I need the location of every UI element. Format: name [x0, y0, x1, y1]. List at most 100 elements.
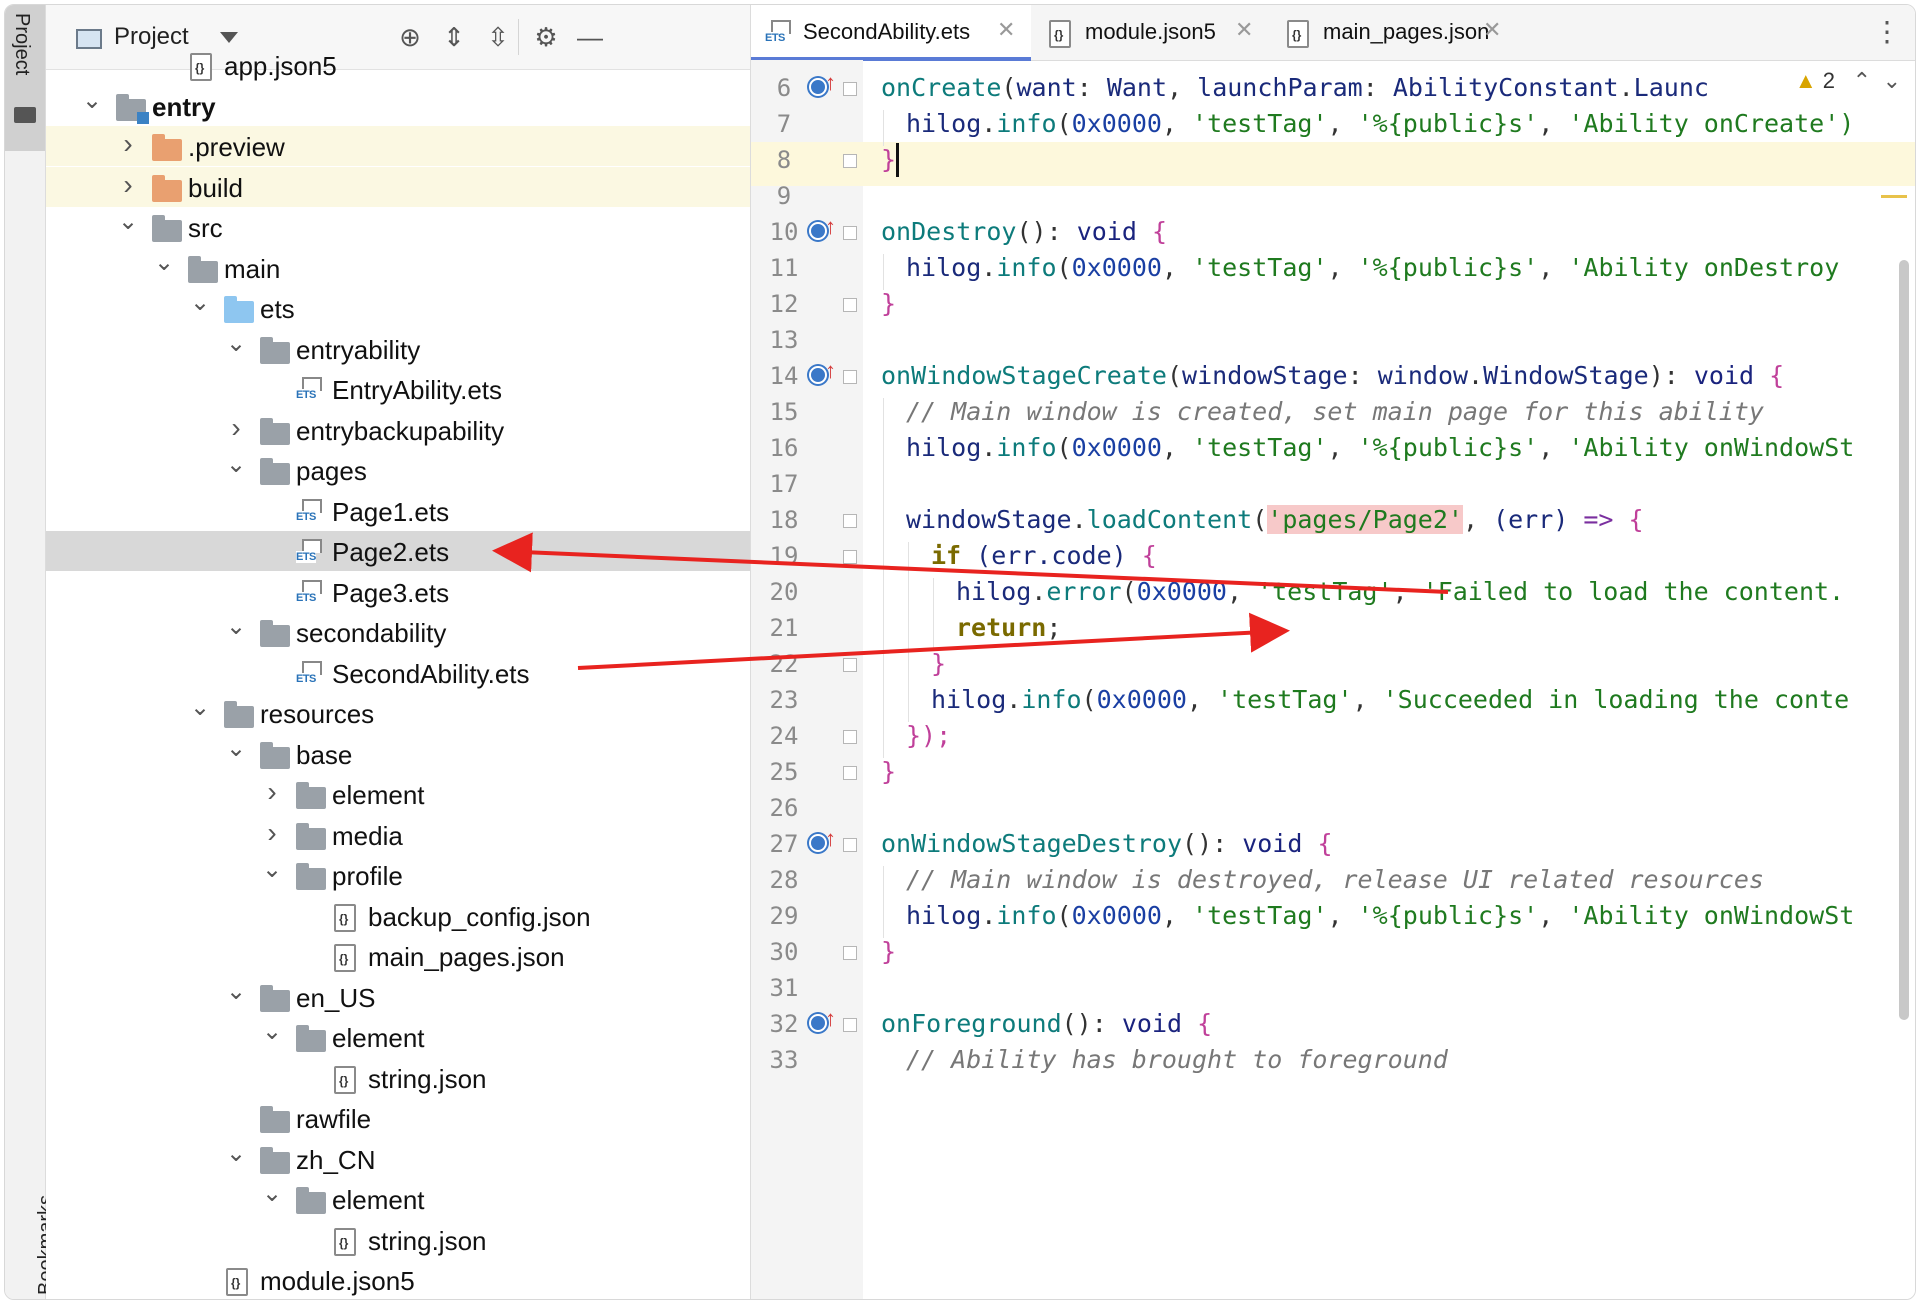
chevron-down-icon[interactable]: ⌄ — [226, 450, 246, 479]
code-token: , — [1161, 109, 1193, 138]
tree-item[interactable]: ⌄ ets — [46, 288, 750, 328]
fold-marker-icon[interactable] — [843, 226, 857, 240]
chevron-down-icon[interactable]: ⌄ — [226, 977, 246, 1006]
chevron-down-icon[interactable] — [220, 32, 238, 43]
code-token: , — [1161, 901, 1193, 930]
tree-item[interactable]: {} module.json5 — [46, 1260, 750, 1299]
fold-marker-icon[interactable] — [843, 298, 857, 312]
code-token: onWindowStageDestroy — [881, 829, 1183, 858]
editor-tab[interactable]: {} main_pages.json ✕ — [1271, 5, 1517, 60]
code-token: '%{public}s' — [1357, 253, 1539, 282]
chevron-right-icon[interactable]: › — [226, 412, 246, 444]
tree-item[interactable]: ⌄ base — [46, 734, 750, 774]
tree-item-label: pages — [296, 456, 367, 486]
override-marker-icon[interactable]: ↑ — [809, 1008, 836, 1034]
indent-guide — [933, 578, 934, 650]
tree-item[interactable]: ⌄ src — [46, 207, 750, 247]
code-token: info — [996, 253, 1057, 282]
override-marker-icon[interactable]: ↑ — [809, 216, 836, 242]
tree-item[interactable]: ⌄ element — [46, 1017, 750, 1057]
tree-item[interactable]: › media — [46, 815, 750, 855]
tree-item[interactable]: ⌄ profile — [46, 855, 750, 895]
chevron-down-icon[interactable]: ⌄ — [262, 855, 282, 884]
tree-item[interactable]: ⌄ secondability — [46, 612, 750, 652]
code-area[interactable]: ▲ 2 ⌃ ⌄ onCreate(want: Want, launchParam… — [863, 60, 1915, 1299]
tree-item[interactable]: ⌄ entry — [46, 86, 750, 126]
tree-item[interactable]: ⌄ entryability — [46, 329, 750, 369]
project-tool-window-button[interactable]: Project — [5, 5, 45, 151]
tree-item[interactable]: rawfile — [46, 1098, 750, 1138]
chevron-down-icon[interactable]: ⌄ — [226, 612, 246, 641]
chevron-down-icon[interactable]: ⌄ — [226, 329, 246, 358]
override-marker-icon[interactable]: ↑ — [809, 72, 836, 98]
editor-tab[interactable]: ETS SecondAbility.ets ✕ — [751, 5, 1031, 61]
prev-highlight-icon[interactable]: ⌃ — [1853, 68, 1871, 94]
tree-item[interactable]: ETS Page1.ets — [46, 491, 750, 531]
close-icon[interactable]: ✕ — [1235, 17, 1253, 43]
fold-marker-icon[interactable] — [843, 946, 857, 960]
chevron-down-icon[interactable]: ⌄ — [262, 1179, 282, 1208]
next-highlight-icon[interactable]: ⌄ — [1883, 68, 1901, 94]
tree-item[interactable]: ⌄ element — [46, 1179, 750, 1219]
tree-item[interactable]: ⌄ resources — [46, 693, 750, 733]
fold-marker-icon[interactable] — [843, 514, 857, 528]
fold-marker-icon[interactable] — [843, 370, 857, 384]
fold-marker-icon[interactable] — [843, 1018, 857, 1032]
left-tool-window-bar: Project Bookmarks — [5, 5, 57, 1299]
code-token: info — [996, 109, 1057, 138]
tree-item[interactable]: › .preview — [46, 126, 750, 166]
fold-marker-icon[interactable] — [843, 730, 857, 744]
folder-icon — [260, 417, 290, 445]
code-token: 'testTag' — [1192, 253, 1328, 282]
chevron-down-icon[interactable]: ⌄ — [226, 1139, 246, 1168]
fold-marker-icon[interactable] — [843, 82, 857, 96]
code-token: ( — [1056, 253, 1072, 282]
tree-item[interactable]: ETS Page2.ets — [46, 531, 750, 571]
chevron-down-icon[interactable]: ⌄ — [118, 207, 138, 236]
chevron-down-icon[interactable]: ⌄ — [82, 86, 102, 115]
more-icon[interactable]: ⋮ — [1873, 15, 1901, 48]
vertical-scrollbar[interactable] — [1899, 260, 1909, 1020]
chevron-down-icon[interactable]: ⌄ — [226, 734, 246, 763]
chevron-down-icon[interactable]: ⌄ — [190, 288, 210, 317]
tree-item[interactable]: › element — [46, 774, 750, 814]
code-token: ): — [1648, 361, 1694, 390]
tree-item[interactable]: ETS Page3.ets — [46, 572, 750, 612]
load-content-path-highlight: 'pages/Page2' — [1267, 505, 1463, 534]
tree-item[interactable]: {} main_pages.json — [46, 936, 750, 976]
editor-tab[interactable]: {} module.json5 ✕ — [1033, 5, 1269, 60]
code-token: . — [1006, 685, 1022, 714]
folder-orange-icon — [152, 134, 182, 161]
tree-item[interactable]: ETS EntryAbility.ets — [46, 369, 750, 409]
chevron-down-icon[interactable]: ⌄ — [190, 693, 210, 722]
tree-item[interactable]: {} backup_config.json — [46, 896, 750, 936]
tree-item[interactable]: {} app.json5 — [46, 45, 750, 85]
tree-item[interactable]: ETS SecondAbility.ets — [46, 653, 750, 693]
override-marker-icon[interactable]: ↑ — [809, 360, 836, 386]
close-icon[interactable]: ✕ — [1483, 17, 1501, 43]
chevron-right-icon[interactable]: › — [118, 128, 138, 160]
tree-item[interactable]: › entrybackupability — [46, 410, 750, 450]
close-icon[interactable]: ✕ — [997, 17, 1015, 43]
fold-marker-icon[interactable] — [843, 766, 857, 780]
folder-icon — [260, 336, 290, 364]
tree-item[interactable]: {} string.json — [46, 1058, 750, 1098]
tree-item[interactable]: ⌄ main — [46, 248, 750, 288]
chevron-right-icon[interactable]: › — [262, 817, 282, 849]
json-file-icon: {} — [332, 903, 356, 932]
tree-item[interactable]: {} string.json — [46, 1220, 750, 1260]
tree-item[interactable]: › build — [46, 166, 750, 207]
tree-item[interactable]: ⌄ en_US — [46, 977, 750, 1017]
fold-marker-icon[interactable] — [843, 658, 857, 672]
chevron-down-icon[interactable]: ⌄ — [262, 1017, 282, 1046]
chevron-right-icon[interactable]: › — [118, 169, 138, 201]
fold-marker-icon[interactable] — [843, 550, 857, 564]
fold-marker-icon[interactable] — [843, 154, 857, 168]
chevron-down-icon[interactable]: ⌄ — [154, 248, 174, 277]
warnings-indicator[interactable]: ▲ 2 — [1795, 68, 1835, 94]
tree-item[interactable]: ⌄ pages — [46, 450, 750, 490]
override-marker-icon[interactable]: ↑ — [809, 828, 836, 854]
chevron-right-icon[interactable]: › — [262, 776, 282, 808]
tree-item[interactable]: ⌄ zh_CN — [46, 1139, 750, 1179]
fold-marker-icon[interactable] — [843, 838, 857, 852]
